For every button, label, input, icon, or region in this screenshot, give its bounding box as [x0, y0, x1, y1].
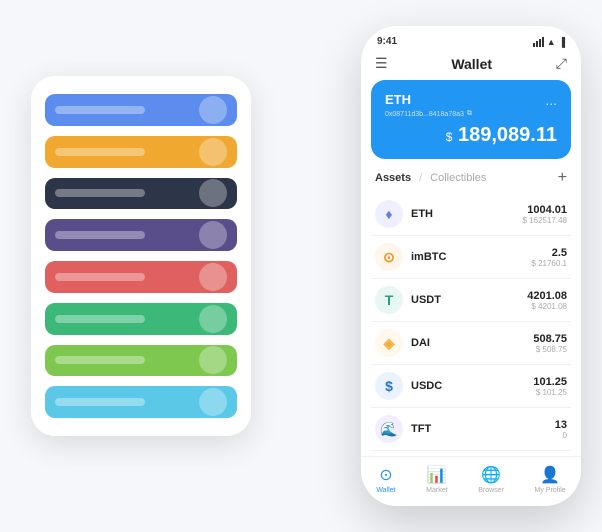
- asset-amount: 2.5: [531, 247, 567, 259]
- phone-header: ☰ Wallet ⤢: [361, 51, 581, 80]
- eth-balance: $ 189,089.11: [385, 124, 557, 147]
- eth-address: 0x08711d3b...8418a78a3 ⧉: [385, 110, 557, 118]
- asset-name-usdt: USDT: [411, 294, 527, 306]
- asset-icon-usdc: $: [375, 372, 403, 400]
- status-bar: 9:41 ▲ ▐: [361, 26, 581, 51]
- asset-amount: 4201.08: [527, 290, 567, 302]
- nav-label-wallet: Wallet: [376, 487, 395, 494]
- nav-label-browser: Browser: [478, 487, 504, 494]
- battery-icon: ▐: [559, 37, 565, 47]
- asset-name-imbtc: imBTC: [411, 251, 531, 263]
- nav-icon-browser: 🌐: [481, 465, 501, 485]
- nav-item-market[interactable]: 📊 Market: [426, 465, 447, 494]
- bg-card-card-orange[interactable]: [45, 136, 237, 168]
- eth-card[interactable]: ETH ... 0x08711d3b...8418a78a3 ⧉ $ 189,0…: [371, 80, 571, 159]
- nav-label-profile: My Profile: [535, 487, 566, 494]
- nav-item-browser[interactable]: 🌐 Browser: [478, 465, 504, 494]
- bg-card-card-light-green[interactable]: [45, 345, 237, 377]
- nav-icon-wallet: ⊙: [379, 465, 392, 485]
- nav-icon-profile: 👤: [540, 465, 560, 485]
- asset-usd: $ 162517.48: [523, 216, 568, 225]
- status-time: 9:41: [377, 36, 397, 47]
- expand-icon[interactable]: ⤢: [556, 55, 567, 72]
- asset-row-imbtc[interactable]: ⊙ imBTC2.5$ 21760.1: [371, 236, 571, 279]
- page-title: Wallet: [451, 56, 492, 72]
- bg-card-card-red[interactable]: [45, 261, 237, 293]
- asset-name-usdc: USDC: [411, 380, 533, 392]
- nav-label-market: Market: [426, 487, 447, 494]
- tab-assets[interactable]: Assets: [375, 172, 411, 184]
- asset-amount: 101.25: [533, 376, 567, 388]
- tab-separator: /: [419, 172, 422, 184]
- asset-amount: 1004.01: [523, 204, 568, 216]
- asset-usd: $ 21760.1: [531, 259, 567, 268]
- nav-item-profile[interactable]: 👤 My Profile: [535, 465, 566, 494]
- menu-icon[interactable]: ☰: [375, 55, 388, 72]
- asset-name-dai: DAI: [411, 337, 533, 349]
- asset-row-usdc[interactable]: $ USDC101.25$ 101.25: [371, 365, 571, 408]
- assets-header: Assets / Collectibles +: [361, 169, 581, 193]
- asset-list: ♦ ETH1004.01$ 162517.48 ⊙ imBTC2.5$ 21760.1…: [361, 193, 581, 456]
- asset-amount: 13: [555, 419, 567, 431]
- bottom-nav: ⊙ Wallet 📊 Market 🌐 Browser 👤 My Profile: [361, 456, 581, 506]
- asset-name-eth: ETH: [411, 208, 523, 220]
- tab-collectibles[interactable]: Collectibles: [430, 172, 486, 184]
- asset-values-imbtc: 2.5$ 21760.1: [531, 247, 567, 268]
- asset-values-usdc: 101.25$ 101.25: [533, 376, 567, 397]
- asset-row-usdt[interactable]: T USDT4201.08$ 4201.08: [371, 279, 571, 322]
- copy-icon[interactable]: ⧉: [467, 110, 472, 118]
- asset-amount: 508.75: [533, 333, 567, 345]
- scene: 9:41 ▲ ▐ ☰ Wallet ⤢ ETH ...: [11, 16, 591, 516]
- background-phone: [31, 76, 251, 436]
- asset-usd: $ 101.25: [533, 388, 567, 397]
- bg-card-card-light-blue[interactable]: [45, 386, 237, 418]
- asset-icon-dai: ◈: [375, 329, 403, 357]
- foreground-phone: 9:41 ▲ ▐ ☰ Wallet ⤢ ETH ...: [361, 26, 581, 506]
- asset-icon-imbtc: ⊙: [375, 243, 403, 271]
- eth-more-icon[interactable]: ...: [545, 92, 557, 108]
- bg-card-card-purple[interactable]: [45, 219, 237, 251]
- assets-tabs: Assets / Collectibles: [375, 172, 486, 184]
- status-icons: ▲ ▐: [533, 37, 565, 47]
- asset-icon-eth: ♦: [375, 200, 403, 228]
- asset-values-dai: 508.75$ 508.75: [533, 333, 567, 354]
- asset-values-eth: 1004.01$ 162517.48: [523, 204, 568, 225]
- bg-card-card-blue[interactable]: [45, 94, 237, 126]
- eth-card-label: ETH: [385, 92, 411, 107]
- asset-usd: 0: [555, 431, 567, 440]
- asset-usd: $ 4201.08: [527, 302, 567, 311]
- asset-name-tft: TFT: [411, 423, 555, 435]
- bg-card-card-dark[interactable]: [45, 178, 237, 210]
- asset-icon-usdt: T: [375, 286, 403, 314]
- asset-values-tft: 130: [555, 419, 567, 440]
- asset-row-eth[interactable]: ♦ ETH1004.01$ 162517.48: [371, 193, 571, 236]
- asset-icon-tft: 🌊: [375, 415, 403, 443]
- asset-row-dai[interactable]: ◈ DAI508.75$ 508.75: [371, 322, 571, 365]
- signal-icon: [533, 37, 544, 47]
- nav-item-wallet[interactable]: ⊙ Wallet: [376, 465, 395, 494]
- bg-card-card-green[interactable]: [45, 303, 237, 335]
- nav-icon-market: 📊: [427, 465, 447, 485]
- asset-values-usdt: 4201.08$ 4201.08: [527, 290, 567, 311]
- asset-row-tft[interactable]: 🌊 TFT130: [371, 408, 571, 451]
- asset-usd: $ 508.75: [533, 345, 567, 354]
- add-asset-icon[interactable]: +: [558, 169, 567, 187]
- wifi-icon: ▲: [547, 37, 556, 47]
